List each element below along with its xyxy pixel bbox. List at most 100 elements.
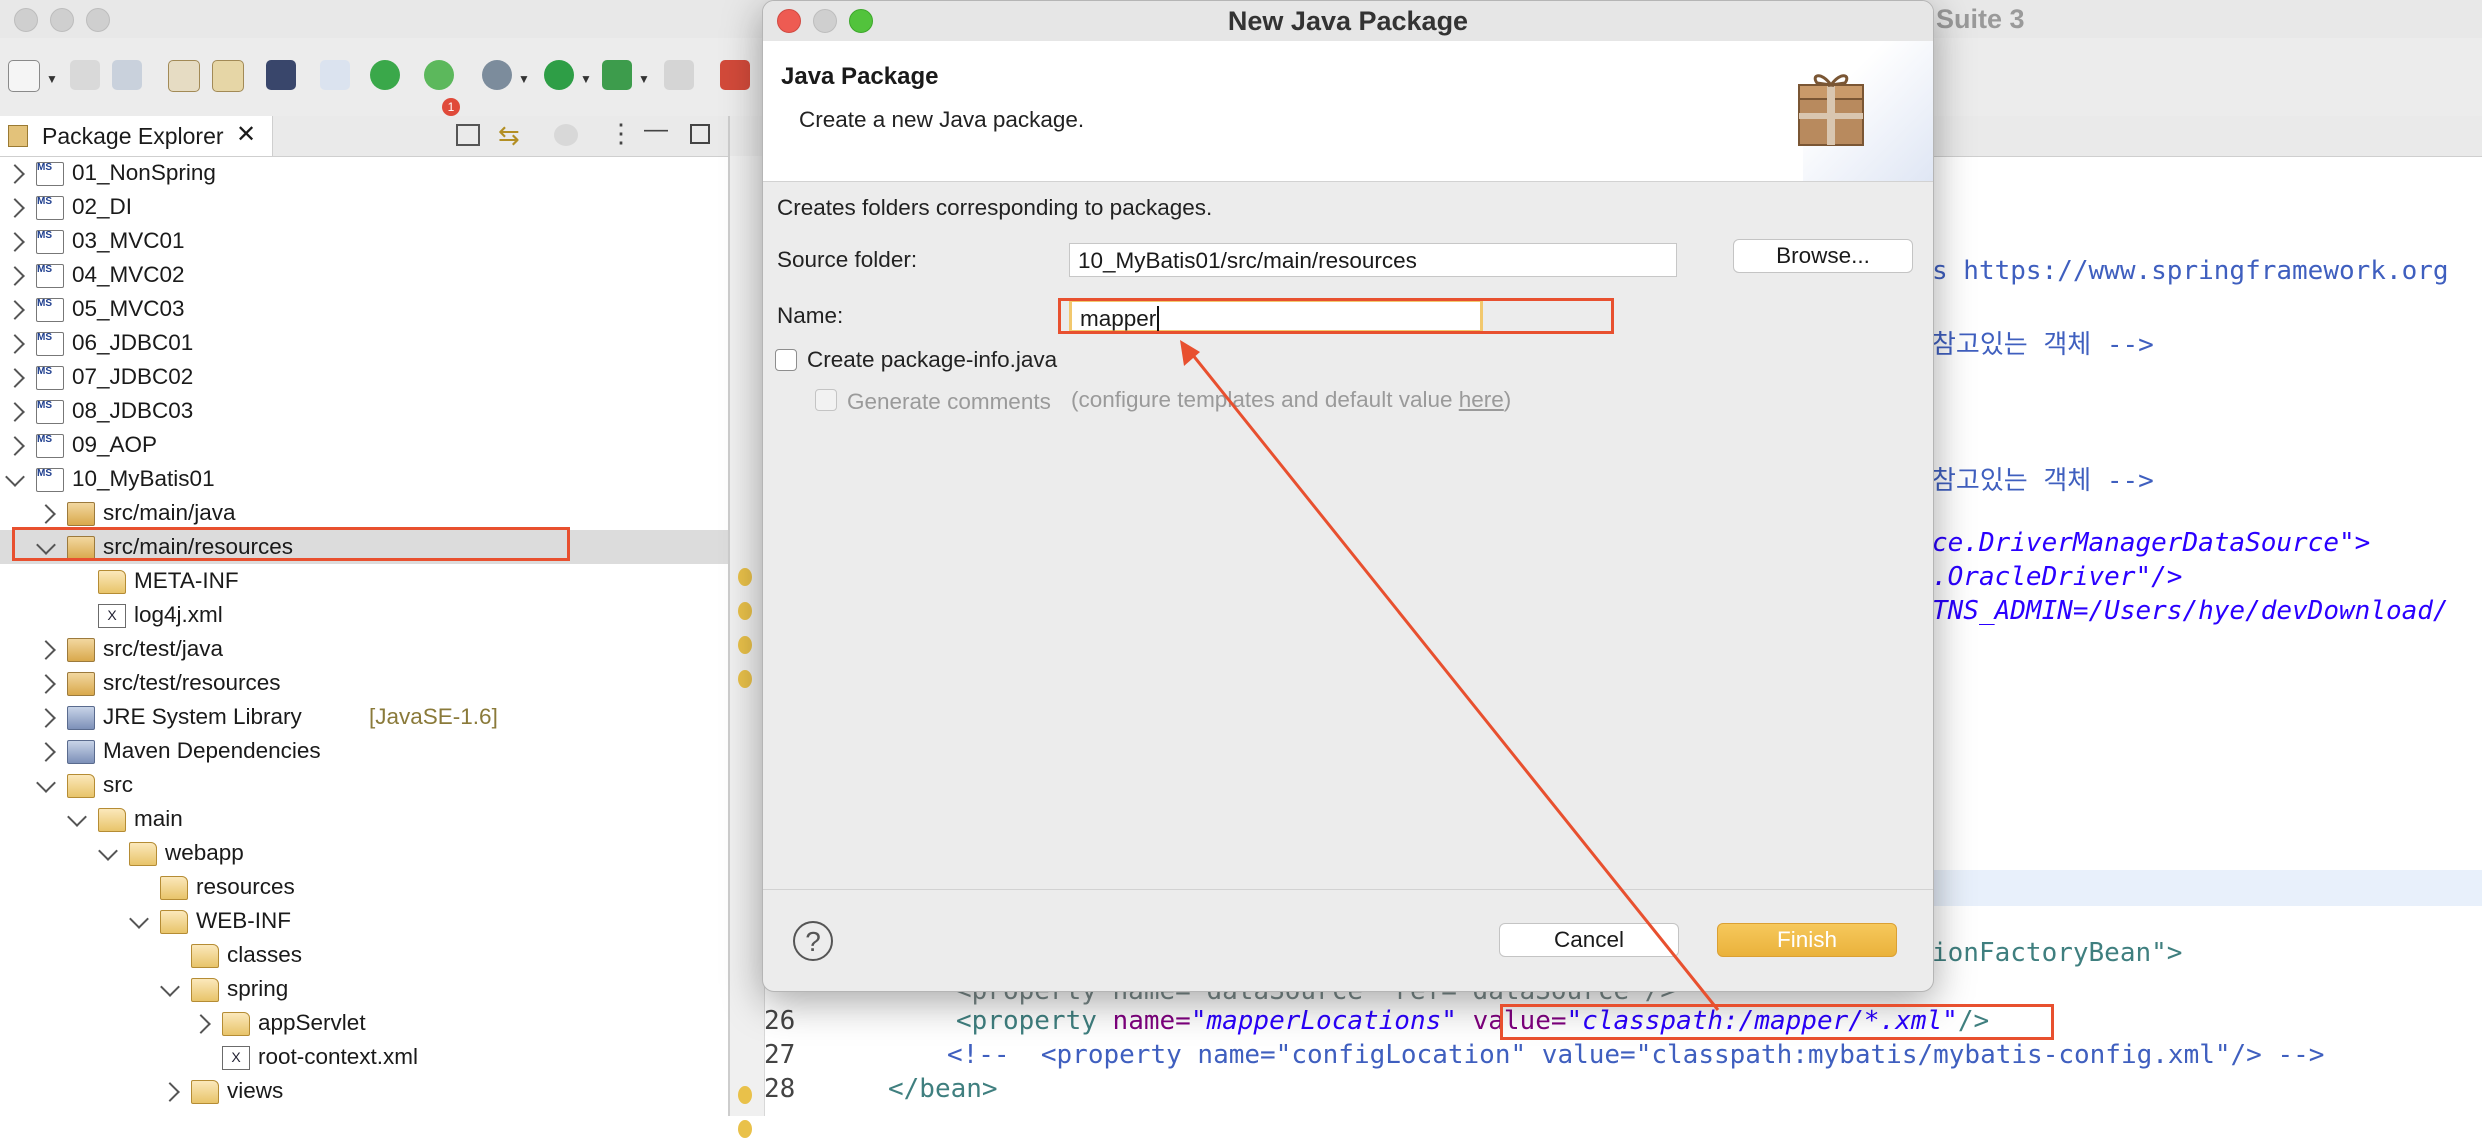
xml-file-icon: X [98,604,126,628]
tree-item[interactable]: MS 05_MVC03 [0,292,728,326]
chevron-right-icon[interactable] [160,1082,180,1102]
tree-item[interactable]: JRE System Library [JavaSE-1.6] [0,700,728,734]
chevron-down-icon[interactable] [5,467,25,487]
project-icon: MS [36,332,64,356]
run-external-icon[interactable] [602,60,632,90]
tree-item[interactable]: spring [0,972,728,1006]
terminate-icon[interactable] [720,60,750,90]
tree-item[interactable]: MS 03_MVC01 [0,224,728,258]
warning-marker-icon[interactable] [738,602,752,620]
tree-item[interactable]: MS 01_NonSpring [0,156,728,190]
tree-item[interactable]: resources [0,870,728,904]
chevron-down-icon[interactable] [36,773,56,793]
chevron-down-icon[interactable] [160,977,180,997]
tree-item[interactable]: main [0,802,728,836]
tree-item[interactable]: MS 08_JDBC03 [0,394,728,428]
source-folder-field[interactable]: 10_MyBatis01/src/main/resources [1069,243,1677,277]
tree-item-label: JRE System Library [103,704,302,729]
header-description: Create a new Java package. [799,107,1085,132]
chevron-right-icon[interactable] [5,368,25,388]
chevron-right-icon[interactable] [5,232,25,252]
chevron-right-icon[interactable] [5,436,25,456]
chevron-right-icon[interactable] [5,164,25,184]
tree-item[interactable]: src/test/java [0,632,728,666]
warning-marker-icon[interactable] [738,670,752,688]
tree-item[interactable]: classes [0,938,728,972]
chevron-right-icon[interactable] [5,402,25,422]
debug-skip-icon[interactable] [320,60,350,90]
tree-item[interactable]: Xlog4j.xml [0,598,728,632]
configure-templates-link[interactable]: here [1459,387,1504,412]
chevron-right-icon[interactable] [5,300,25,320]
tree-item[interactable]: MS 04_MVC02 [0,258,728,292]
tree-item[interactable]: MS 07_JDBC02 [0,360,728,394]
folder-icon [160,876,188,900]
tree-item[interactable]: MS 10_MyBatis01 [0,462,728,496]
chevron-right-icon[interactable] [5,198,25,218]
chevron-right-icon[interactable] [191,1014,211,1034]
create-package-info-label[interactable]: Create package-info.java [807,347,1057,373]
focus-icon[interactable] [554,124,578,146]
tab-package-explorer[interactable]: Package Explorer ✕ [0,116,273,156]
minimize-window-icon[interactable] [50,8,74,32]
tree-item[interactable]: MS 02_DI [0,190,728,224]
save-icon[interactable] [70,60,100,90]
tree-item[interactable]: src/test/resources [0,666,728,700]
save-all-icon[interactable] [112,60,142,90]
open-resource-icon[interactable] [212,60,244,92]
tree-item[interactable]: src [0,768,728,802]
warning-marker-icon[interactable] [738,1120,752,1138]
close-tab-icon[interactable]: ✕ [236,120,256,149]
tree-item[interactable]: WEB-INF [0,904,728,938]
tree-item[interactable]: Xroot-context.xml [0,1040,728,1074]
tree-item[interactable]: webapp [0,836,728,870]
refresh-icon[interactable] [424,60,454,90]
chevron-down-icon[interactable]: ▼ [638,72,650,86]
maximize-view-icon[interactable] [690,124,710,144]
link-with-editor-icon[interactable]: ⇆ [498,120,520,151]
chevron-down-icon[interactable] [67,807,87,827]
chevron-right-icon[interactable] [36,742,56,762]
stop-icon[interactable] [664,60,694,90]
line-number: 28 [764,1074,796,1104]
finish-button[interactable]: Finish [1717,923,1897,957]
warning-marker-icon[interactable] [738,568,752,586]
chevron-right-icon[interactable] [36,640,56,660]
debug-icon[interactable] [482,60,512,90]
chevron-down-icon[interactable] [98,841,118,861]
warning-marker-icon[interactable] [738,1086,752,1104]
browse-button[interactable]: Browse... [1733,239,1913,273]
cancel-button[interactable]: Cancel [1499,923,1679,957]
chevron-down-icon[interactable]: ▼ [46,72,58,86]
zoom-window-icon[interactable] [86,8,110,32]
tree-item[interactable]: views [0,1074,728,1108]
open-type-icon[interactable] [168,60,200,92]
create-package-info-checkbox[interactable] [775,349,797,371]
warning-marker-icon[interactable] [738,636,752,654]
name-label: Name: [777,303,844,328]
tree-item[interactable]: src/main/java [0,496,728,530]
chevron-down-icon[interactable]: ▼ [518,72,530,86]
tree-item[interactable]: MS 09_AOP [0,428,728,462]
run-icon[interactable] [544,60,574,90]
minimize-view-icon[interactable]: — [644,116,668,144]
chevron-right-icon[interactable] [36,708,56,728]
chevron-right-icon[interactable] [5,266,25,286]
spring-boot-icon[interactable] [370,60,400,90]
close-window-icon[interactable] [14,8,38,32]
project-icon: MS [36,400,64,424]
tree-item[interactable]: MS 06_JDBC01 [0,326,728,360]
new-icon[interactable] [8,60,40,92]
help-icon[interactable]: ? [793,921,833,961]
tree-item[interactable]: Maven Dependencies [0,734,728,768]
chevron-down-icon[interactable] [129,909,149,929]
chevron-right-icon[interactable] [5,334,25,354]
tree-item[interactable]: META-INF [0,564,728,598]
tree-item[interactable]: appServlet [0,1006,728,1040]
console-icon[interactable] [266,60,296,90]
chevron-down-icon[interactable]: ▼ [580,72,592,86]
chevron-right-icon[interactable] [36,504,56,524]
chevron-right-icon[interactable] [36,674,56,694]
view-menu-icon[interactable]: ⋮ [608,118,634,149]
collapse-all-icon[interactable] [456,124,480,146]
